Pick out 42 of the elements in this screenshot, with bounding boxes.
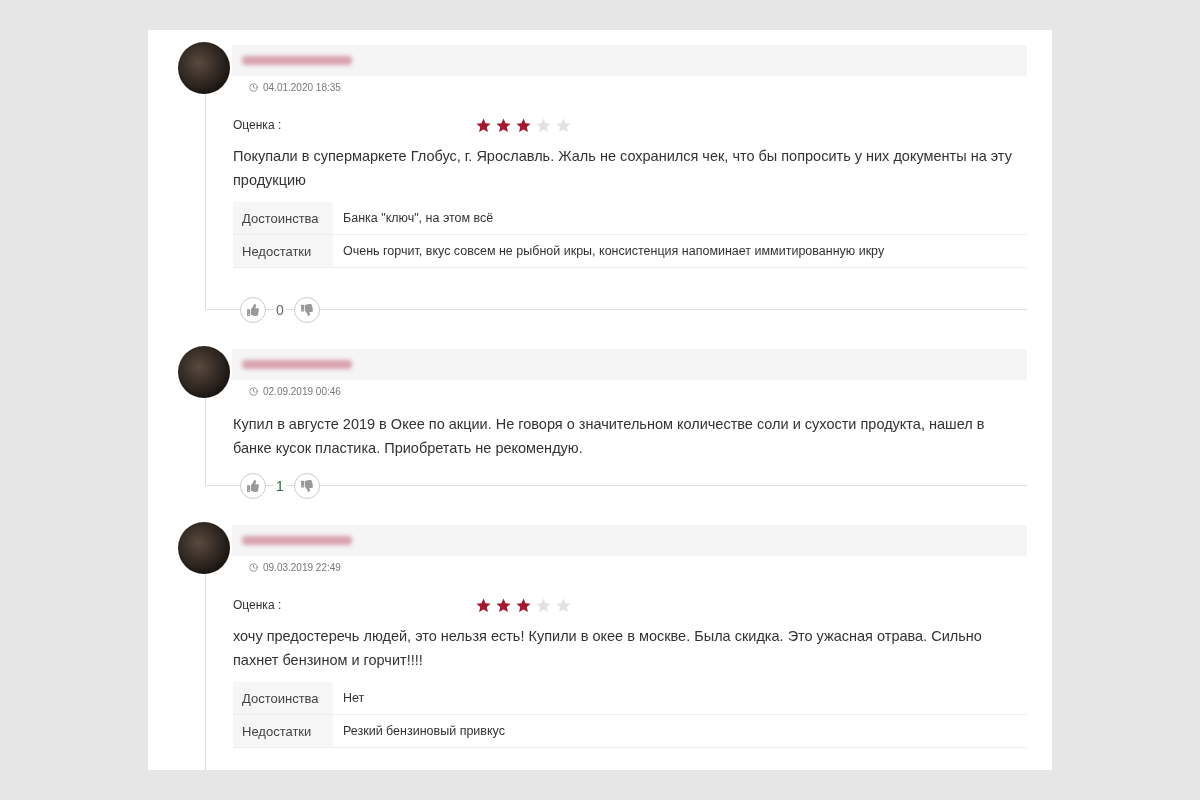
- vote-count: 0: [274, 302, 286, 318]
- like-button[interactable]: [240, 473, 266, 499]
- rating-label: Оценка :: [233, 118, 283, 132]
- detail-value: Резкий бензиновый привкус: [342, 723, 506, 740]
- dislike-button[interactable]: [293, 297, 320, 323]
- avatar-photo: [178, 346, 230, 398]
- dislike-button[interactable]: [293, 473, 320, 499]
- clock-icon: [249, 83, 258, 92]
- detail-value: Очень горчит, вкус совсем не рыбной икры, консистенция напоминает иммитированную икру: [342, 243, 886, 260]
- thumbs-up-icon: [247, 480, 259, 492]
- thumbs-up-icon: [247, 304, 259, 316]
- avatar-photo: [178, 42, 230, 94]
- thumbs-down-icon: [300, 480, 313, 492]
- star-icon: [555, 116, 572, 134]
- detail-value: Банка "ключ", на этом всё: [342, 210, 495, 227]
- star-icon: [495, 116, 512, 134]
- review-date: 09.03.2019 22:49: [263, 562, 341, 573]
- star-icon: [555, 596, 572, 614]
- vote-count: 1: [274, 478, 286, 494]
- star-icon: [535, 116, 552, 134]
- review-date: 02.09.2019 00:46: [263, 386, 341, 397]
- review-text: Покупали в супермаркете Глобус, г. Ярославль. Жаль не сохранился чек, что бы попросить у них документы на эту продукцию: [233, 147, 1013, 190]
- clock-icon: [249, 387, 258, 396]
- detail-label: Достоинства: [233, 202, 333, 234]
- detail-label: Недостатки: [233, 235, 333, 267]
- clock-icon: [249, 563, 258, 572]
- star-icon: [515, 116, 532, 134]
- review-text: хочу предостеречь людей, это нельзя есть! Купили в окее в москве. Была скидка. Это ужасная отрава. Сильно пахнет бензином и горчит!!!!: [233, 627, 983, 670]
- like-button[interactable]: [240, 297, 266, 323]
- detail-label: Достоинства: [233, 682, 333, 714]
- star-icon: [475, 596, 492, 614]
- star-icon: [475, 116, 492, 134]
- avatar-photo: [178, 522, 230, 574]
- rating-label: Оценка :: [233, 598, 283, 612]
- star-icon: [535, 596, 552, 614]
- star-icon: [495, 596, 512, 614]
- thumbs-down-icon: [300, 304, 313, 316]
- detail-value: Нет: [342, 690, 366, 707]
- detail-label: Недостатки: [233, 715, 333, 747]
- review-text: Купил в августе 2019 в Окее по акции. Не говоря о значительном количестве соли и сухости продукта, нашел в банке кусок пластика. Приобретать не рекомендую.: [233, 415, 986, 458]
- review-date: 04.01.2020 18:35: [263, 82, 341, 93]
- star-icon: [515, 596, 532, 614]
